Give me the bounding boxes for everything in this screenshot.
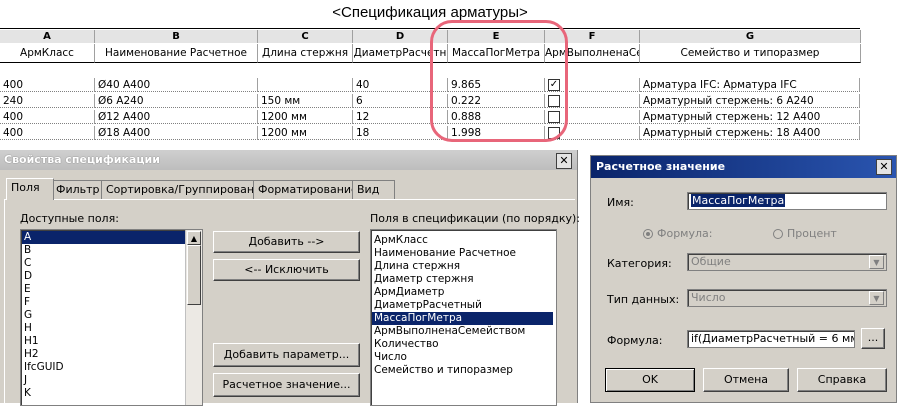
cell-length[interactable]: 1200 мм bbox=[258, 126, 353, 140]
cell-family-type[interactable]: Арматурный стержень: 12 A400 bbox=[640, 110, 860, 124]
column-letter-a[interactable]: A bbox=[0, 30, 95, 43]
list-item[interactable]: Семейство и типоразмер bbox=[372, 364, 553, 377]
list-item[interactable]: C bbox=[22, 257, 185, 270]
tab-formatting[interactable]: Форматирование bbox=[253, 180, 358, 199]
cell-armklass[interactable]: 400 bbox=[0, 78, 95, 92]
list-item[interactable]: H bbox=[22, 322, 185, 335]
cell-length[interactable] bbox=[258, 78, 353, 92]
list-item[interactable]: J bbox=[22, 374, 185, 387]
tab-view[interactable]: Вид bbox=[352, 180, 395, 199]
tab-sorting[interactable]: Сортировка/Группирование bbox=[101, 180, 268, 199]
list-item[interactable]: A bbox=[22, 231, 185, 244]
cell-length[interactable]: 150 мм bbox=[258, 94, 353, 108]
remove-field-button[interactable]: <-- Исключить bbox=[213, 259, 360, 281]
list-item[interactable]: K bbox=[22, 387, 185, 400]
cell-family-type[interactable]: Арматурный стержень: 6 A240 bbox=[640, 94, 860, 108]
list-item[interactable]: Диаметр стержня bbox=[372, 273, 553, 286]
column-letter-b[interactable]: B bbox=[95, 30, 258, 43]
list-item[interactable]: Число bbox=[372, 351, 553, 364]
help-button[interactable]: Справка bbox=[797, 368, 887, 392]
column-header-length[interactable]: Длина стержня bbox=[258, 44, 353, 63]
dialog-title: Свойства спецификации bbox=[4, 153, 160, 166]
category-select[interactable]: Общие ▼ bbox=[687, 253, 887, 271]
cell-length[interactable]: 1200 мм bbox=[258, 110, 353, 124]
close-icon[interactable]: ✕ bbox=[556, 153, 572, 169]
name-input-value: МассаПогМетра bbox=[691, 194, 786, 207]
schedule-properties-dialog: Свойства спецификации ✕ Поля Фильтр Сорт… bbox=[0, 150, 580, 410]
list-item[interactable]: IfcGUID bbox=[22, 361, 185, 374]
scroll-up-icon[interactable]: ▲ bbox=[187, 231, 201, 245]
cell-name[interactable]: Ø40 A400 bbox=[95, 78, 258, 92]
dialog-titlebar[interactable]: Расчетное значение ✕ bbox=[591, 156, 896, 178]
list-item[interactable]: Длина стержня bbox=[372, 260, 553, 273]
category-value: Общие bbox=[691, 255, 731, 268]
annotation-highlight bbox=[430, 20, 568, 142]
name-input[interactable]: МассаПогМетра bbox=[687, 192, 887, 210]
formula-label: Формула: bbox=[607, 334, 663, 347]
name-label: Имя: bbox=[607, 196, 634, 209]
tab-fields[interactable]: Поля bbox=[6, 178, 54, 200]
schedule-view: <Спецификация арматуры> A B C D E F G Ар… bbox=[0, 0, 861, 150]
list-item[interactable]: B bbox=[22, 244, 185, 257]
calculated-value-button[interactable]: Расчетное значение... bbox=[213, 373, 360, 397]
column-letter-c[interactable]: C bbox=[258, 30, 353, 43]
scroll-thumb[interactable] bbox=[187, 245, 201, 305]
list-item[interactable]: АрмКласс bbox=[372, 234, 553, 247]
list-item[interactable]: H1 bbox=[22, 335, 185, 348]
cell-name[interactable]: Ø12 A400 bbox=[95, 110, 258, 124]
available-fields-label: Доступные поля: bbox=[20, 212, 119, 225]
column-letter-g[interactable]: G bbox=[640, 30, 861, 43]
list-item[interactable]: E bbox=[22, 283, 185, 296]
calculated-value-dialog: Расчетное значение ✕ Имя: МассаПогМетра … bbox=[590, 155, 897, 403]
list-item[interactable]: АрмВыполненаСемейством bbox=[372, 325, 553, 338]
cell-family-type[interactable]: Арматура IFC: Арматура IFC bbox=[640, 78, 860, 92]
cancel-button[interactable]: Отмена bbox=[703, 368, 789, 392]
percent-radio[interactable] bbox=[773, 229, 783, 239]
list-item[interactable]: G bbox=[22, 309, 185, 322]
datatype-select[interactable]: Число ▼ bbox=[687, 289, 887, 307]
column-header-name[interactable]: Наименование Расчетное bbox=[95, 44, 258, 63]
list-item[interactable]: H2 bbox=[22, 348, 185, 361]
chevron-down-icon[interactable]: ▼ bbox=[869, 255, 884, 269]
add-parameter-button[interactable]: Добавить параметр... bbox=[213, 343, 360, 367]
column-header-armklass[interactable]: АрмКласс bbox=[0, 44, 95, 63]
schedule-fields-label: Поля в спецификации (по порядку): bbox=[370, 212, 580, 225]
close-icon[interactable]: ✕ bbox=[876, 159, 892, 175]
list-item[interactable]: ДиаметрРасчетный bbox=[372, 299, 553, 312]
cell-name[interactable]: Ø18 A400 bbox=[95, 126, 258, 140]
dialog-titlebar[interactable]: Свойства спецификации ✕ bbox=[0, 150, 577, 170]
cell-family-type[interactable]: Арматурный стержень: 18 A400 bbox=[640, 126, 860, 140]
add-field-button[interactable]: Добавить --> bbox=[213, 231, 360, 253]
available-fields-list[interactable]: A B C D E F G H H1 H2 IfcGUID J K ▲ bbox=[20, 229, 203, 406]
dialog-title: Расчетное значение bbox=[596, 160, 726, 173]
list-item[interactable]: Количество bbox=[372, 338, 553, 351]
schedule-fields-list[interactable]: АрмКласс Наименование Расчетное Длина ст… bbox=[370, 229, 557, 406]
schedule-title: <Спецификация арматуры> bbox=[0, 0, 860, 29]
percent-radio-label: Процент bbox=[787, 227, 837, 240]
formula-radio[interactable] bbox=[643, 229, 653, 239]
ok-button[interactable]: OK bbox=[605, 368, 695, 392]
scrollbar[interactable]: ▲ bbox=[185, 230, 202, 405]
browse-button[interactable]: ... bbox=[861, 328, 885, 349]
chevron-down-icon[interactable]: ▼ bbox=[869, 291, 884, 305]
list-item[interactable]: Наименование Расчетное bbox=[372, 247, 553, 260]
formula-input[interactable]: if(ДиаметрРасчетный = 6 мм, 0. bbox=[687, 330, 855, 348]
formula-radio-label: Формула: bbox=[657, 227, 713, 240]
cell-armklass[interactable]: 400 bbox=[0, 126, 95, 140]
cell-armklass[interactable]: 400 bbox=[0, 110, 95, 124]
tab-filter[interactable]: Фильтр bbox=[51, 180, 105, 199]
list-item[interactable]: МассаПогМетра bbox=[372, 312, 553, 325]
list-item[interactable]: D bbox=[22, 270, 185, 283]
list-item[interactable]: АрмДиаметр bbox=[372, 286, 553, 299]
datatype-value: Число bbox=[691, 291, 726, 304]
category-label: Категория: bbox=[607, 257, 672, 270]
cell-name[interactable]: Ø6 A240 bbox=[95, 94, 258, 108]
datatype-label: Тип данных: bbox=[607, 293, 680, 306]
list-item[interactable]: F bbox=[22, 296, 185, 309]
cell-armklass[interactable]: 240 bbox=[0, 94, 95, 108]
column-header-family-type[interactable]: Семейство и типоразмер bbox=[640, 44, 861, 63]
